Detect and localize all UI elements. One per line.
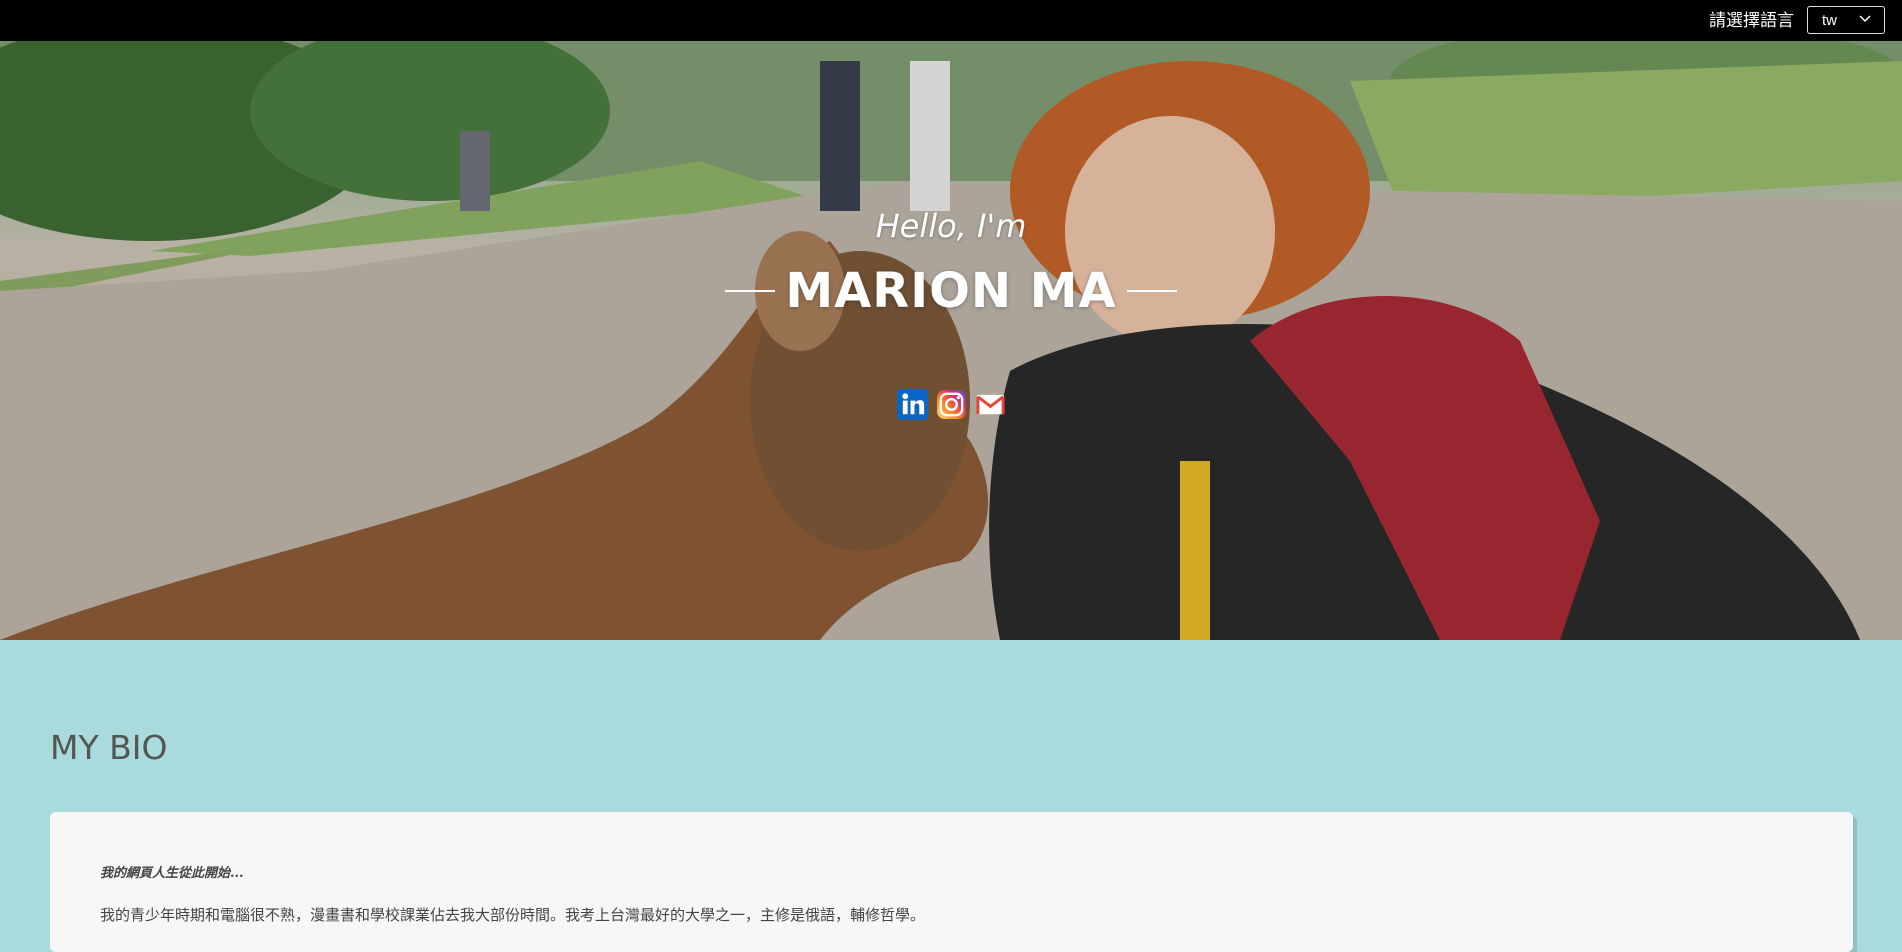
social-links	[0, 389, 1902, 420]
bio-paragraph: 我的青少年時期和電腦很不熟，漫畫書和學校課業佔去我大部份時間。我考上台灣最好的大…	[100, 906, 926, 924]
top-bar: 請選擇語言 tw	[0, 0, 1902, 41]
name-divider-left	[725, 290, 776, 292]
language-label: 請選擇語言	[1709, 11, 1794, 31]
instagram-icon[interactable]	[936, 389, 967, 420]
hero-greeting: Hello, I'm	[875, 207, 1027, 245]
hero-name-row: MARION MA	[0, 263, 1902, 319]
hero-name: MARION MA	[785, 263, 1117, 319]
name-divider-right	[1126, 290, 1177, 292]
gmail-icon[interactable]	[975, 389, 1006, 420]
language-select-value: tw	[1822, 12, 1837, 29]
hero-overlay	[0, 41, 1902, 640]
linkedin-icon[interactable]	[896, 389, 928, 420]
chevron-down-icon	[1859, 15, 1871, 23]
language-select[interactable]: tw	[1807, 6, 1885, 34]
bio-card: 我的網頁人生從此開始... 我的青少年時期和電腦很不熟，漫畫書和學校課業佔去我大…	[50, 812, 1853, 952]
bio-intro: 我的網頁人生從此開始...	[100, 866, 244, 881]
hero-banner: Hello, I'm MARION MA	[0, 41, 1902, 640]
bio-heading: MY BIO	[50, 728, 168, 767]
